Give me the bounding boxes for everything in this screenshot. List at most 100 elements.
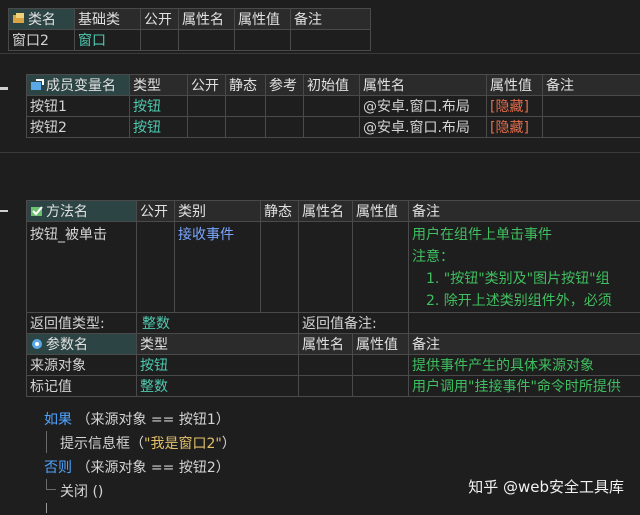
method-public-cell[interactable] — [136, 221, 175, 313]
param-icon — [30, 338, 44, 350]
method-static-cell[interactable] — [260, 221, 299, 313]
member-name-cell[interactable]: 按钮2 — [26, 116, 130, 138]
row-marker — [0, 210, 8, 212]
flow-line — [46, 479, 47, 489]
note-header: 备注 — [542, 74, 640, 96]
public-header: 公开 — [187, 74, 226, 96]
member-init-cell[interactable] — [303, 116, 360, 138]
class-table-header: 类名 基础类 公开 属性名 属性值 备注 — [8, 8, 371, 30]
member-public-cell[interactable] — [187, 116, 226, 138]
method-attr-value-cell[interactable] — [352, 221, 409, 313]
category-header: 类别 — [174, 200, 261, 222]
member-static-cell[interactable] — [225, 95, 266, 117]
attr-name-header: 属性名 — [359, 74, 487, 96]
member-table-header: 成员变量名 类型 公开 静态 参考 初始值 属性名 属性值 备注 — [26, 74, 640, 96]
param-name-cell[interactable]: 标记值 — [26, 375, 137, 397]
param-attr-value-cell[interactable] — [352, 375, 409, 397]
note-line: 注意： — [412, 249, 454, 265]
param-name-header: 参数名 — [26, 333, 137, 355]
param-type-cell[interactable]: 整数 — [136, 375, 299, 397]
member-public-cell[interactable] — [187, 95, 226, 117]
member-attr-value-cell[interactable]: [隐藏] — [486, 95, 543, 117]
param-type-header: 类型 — [136, 333, 299, 355]
public-header: 公开 — [140, 8, 179, 30]
member-table: 成员变量名 类型 公开 静态 参考 初始值 属性名 属性值 备注 按钮1 按钮 … — [26, 74, 640, 138]
member-attr-name-cell[interactable]: @安卓.窗口.布局 — [359, 116, 487, 138]
member-note-cell[interactable] — [542, 95, 640, 117]
member-attr-name-cell[interactable]: @安卓.窗口.布局 — [359, 95, 487, 117]
member-type-cell[interactable]: 按钮 — [129, 95, 188, 117]
if-condition: （来源对象 == 按钮1） — [76, 412, 230, 428]
param-table-header: 参数名 类型 属性名 属性值 备注 — [26, 333, 640, 355]
paren-open: （ — [130, 436, 144, 452]
method-name-header: 方法名 — [26, 200, 137, 222]
method-table-header: 方法名 公开 类别 静态 属性名 属性值 备注 — [26, 200, 640, 222]
member-static-cell[interactable] — [225, 116, 266, 138]
flow-line — [46, 489, 56, 490]
paren-close: ） — [221, 436, 236, 452]
string-literal: "我是窗口2" — [144, 436, 222, 452]
else-condition: （来源对象 == 按钮2） — [76, 460, 230, 476]
attr-value-header: 属性值 — [486, 74, 543, 96]
attr-value-header: 属性值 — [234, 8, 291, 30]
member-name-cell[interactable]: 按钮1 — [26, 95, 130, 117]
method-table: 方法名 公开 类别 静态 属性名 属性值 备注 按钮_被单击 接收事件 用户在组… — [26, 200, 640, 397]
function-name: 提示信息框 — [60, 436, 130, 452]
param-row[interactable]: 标记值 整数 用户调用"挂接事件"命令时所提供 — [26, 375, 640, 397]
param-attr-name-header: 属性名 — [298, 333, 353, 355]
base-class-cell[interactable]: 窗口 — [74, 29, 141, 51]
code-line-msgbox[interactable]: 提示信息框（"我是窗口2"） — [60, 433, 236, 453]
reference-header: 参考 — [265, 74, 304, 96]
method-icon — [30, 205, 44, 217]
note-line: 用户在组件上单击事件 — [412, 227, 552, 243]
note-header: 备注 — [290, 8, 371, 30]
attr-name-header: 属性名 — [178, 8, 235, 30]
return-row[interactable]: 返回值类型: 整数 返回值备注: — [26, 312, 640, 334]
attr-value-cell[interactable] — [234, 29, 291, 51]
code-line-else[interactable]: 否则 （来源对象 == 按钮2） — [44, 457, 230, 477]
attr-name-cell[interactable] — [178, 29, 235, 51]
class-row[interactable]: 窗口2 窗口 — [8, 29, 371, 51]
member-type-cell[interactable]: 按钮 — [129, 116, 188, 138]
divider — [0, 152, 640, 153]
param-note-header: 备注 — [408, 333, 640, 355]
static-header: 静态 — [260, 200, 299, 222]
member-attr-value-cell[interactable]: [隐藏] — [486, 116, 543, 138]
member-row[interactable]: 按钮2 按钮 @安卓.窗口.布局 [隐藏] — [26, 116, 640, 138]
member-icon — [30, 79, 44, 91]
return-note-cell[interactable] — [408, 312, 640, 334]
member-row[interactable]: 按钮1 按钮 @安卓.窗口.布局 [隐藏] — [26, 95, 640, 117]
method-attr-name-cell[interactable] — [298, 221, 353, 313]
param-attr-value-header: 属性值 — [352, 333, 409, 355]
method-note-cell[interactable]: 用户在组件上单击事件 注意： 1. "按钮"类别及"图片按钮"组 2. 除开上述… — [408, 221, 640, 313]
param-note-cell[interactable]: 用户调用"挂接事件"命令时所提供 — [408, 375, 640, 397]
code-line-if[interactable]: 如果 （来源对象 == 按钮1） — [44, 409, 230, 429]
code-line-close[interactable]: 关闭 () — [60, 481, 103, 501]
static-header: 静态 — [225, 74, 266, 96]
class-name-cell[interactable]: 窗口2 — [8, 29, 75, 51]
param-type-cell[interactable]: 按钮 — [136, 354, 299, 376]
return-type-cell[interactable]: 整数 — [136, 312, 299, 334]
member-note-cell[interactable] — [542, 116, 640, 138]
member-ref-cell[interactable] — [265, 116, 304, 138]
note-cell[interactable] — [290, 29, 371, 51]
param-attr-name-cell[interactable] — [298, 375, 353, 397]
public-cell[interactable] — [140, 29, 179, 51]
method-row[interactable]: 按钮_被单击 接收事件 用户在组件上单击事件 注意： 1. "按钮"类别及"图片… — [26, 221, 640, 313]
method-category-cell[interactable]: 接收事件 — [174, 221, 261, 313]
method-name-cell[interactable]: 按钮_被单击 — [26, 221, 137, 313]
member-ref-cell[interactable] — [265, 95, 304, 117]
param-row[interactable]: 来源对象 按钮 提供事件产生的具体来源对象 — [26, 354, 640, 376]
param-note-cell[interactable]: 提供事件产生的具体来源对象 — [408, 354, 640, 376]
cursor-marker — [46, 503, 47, 513]
class-table: 类名 基础类 公开 属性名 属性值 备注 窗口2 窗口 — [8, 8, 371, 51]
param-name-cell[interactable]: 来源对象 — [26, 354, 137, 376]
attr-name-header: 属性名 — [298, 200, 353, 222]
flow-line — [46, 431, 47, 453]
keyword-if: 如果 — [44, 412, 72, 428]
param-attr-name-cell[interactable] — [298, 354, 353, 376]
member-init-cell[interactable] — [303, 95, 360, 117]
divider — [0, 53, 640, 54]
param-attr-value-cell[interactable] — [352, 354, 409, 376]
base-class-header: 基础类 — [74, 8, 141, 30]
